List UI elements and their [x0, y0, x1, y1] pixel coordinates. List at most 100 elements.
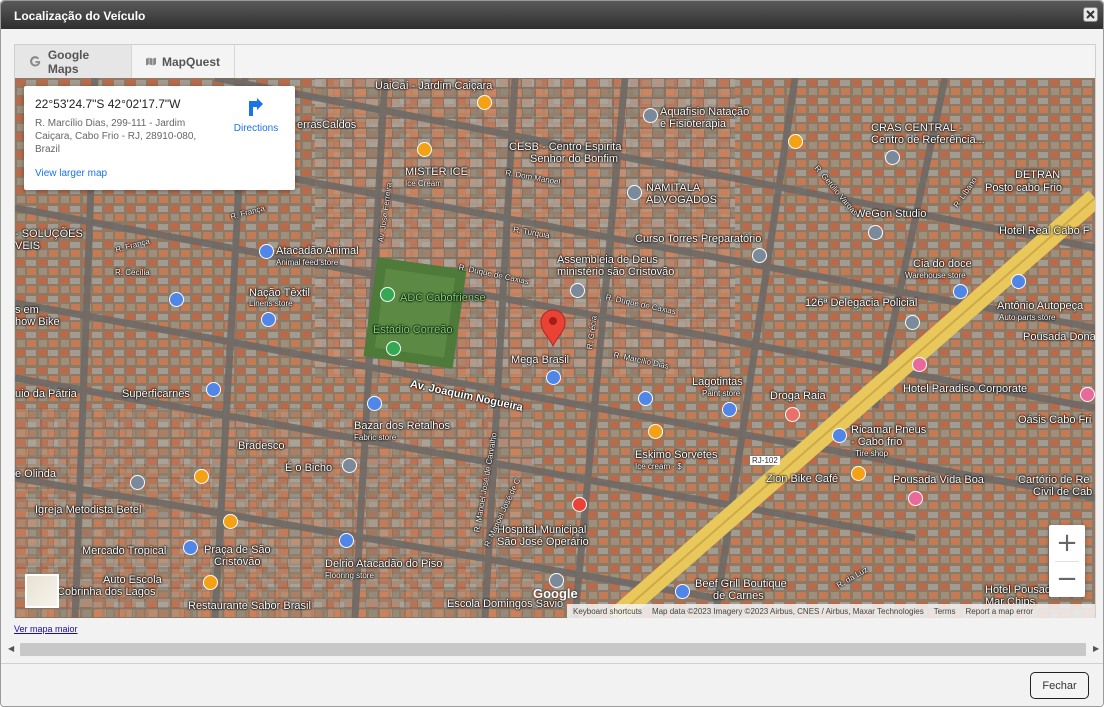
keyboard-shortcuts-link[interactable]: Keyboard shortcuts	[573, 607, 642, 616]
map-type-toggle[interactable]	[25, 574, 59, 608]
map-provider-tabs: Google Maps MapQuest	[15, 45, 1095, 79]
place-poi-icon[interactable]	[885, 150, 900, 165]
map-label: Delrio Atacadão do Piso	[325, 558, 443, 570]
tab-mapquest-label: MapQuest	[161, 54, 220, 69]
zoom-controls: + −	[1049, 525, 1085, 597]
scroll-right-arrow-icon[interactable]: ▶	[1093, 644, 1099, 653]
scroll-left-arrow-icon[interactable]: ◀	[8, 644, 14, 653]
map-label: Aquafisio Natação	[660, 106, 750, 118]
map-label: Cia do doce	[913, 258, 972, 270]
shopping-poi-icon[interactable]	[367, 396, 382, 411]
food-poi-icon[interactable]	[648, 424, 663, 439]
shopping-poi-icon[interactable]	[675, 584, 690, 599]
food-poi-icon[interactable]	[203, 575, 218, 590]
directions-button[interactable]: Directions	[224, 98, 288, 134]
close-button[interactable]	[1083, 7, 1098, 22]
shopping-poi-icon[interactable]	[722, 402, 737, 417]
shopping-poi-icon[interactable]	[339, 533, 354, 548]
map-label: ADVOGADOS	[646, 194, 717, 206]
tab-mapquest[interactable]: MapQuest	[132, 45, 235, 78]
vehicle-location-dialog: Localização do Veículo Google Maps MapQu…	[0, 0, 1104, 707]
food-poi-icon[interactable]	[194, 469, 209, 484]
map-label: Tire shop	[855, 449, 889, 458]
shopping-poi-icon[interactable]	[261, 312, 276, 327]
food-poi-icon[interactable]	[417, 142, 432, 157]
close-dialog-button[interactable]: Fechar	[1030, 672, 1089, 699]
map-label: Auto parts store	[999, 313, 1056, 322]
place-poi-icon[interactable]	[868, 225, 883, 240]
park-poi-icon[interactable]	[380, 287, 395, 302]
tab-google-maps[interactable]: Google Maps	[15, 45, 132, 78]
worship-poi-icon[interactable]	[570, 283, 585, 298]
zoom-out-button[interactable]: −	[1049, 561, 1085, 597]
pharmacy-poi-icon[interactable]	[785, 407, 800, 422]
view-larger-map-link[interactable]: View larger map	[35, 168, 107, 179]
map-label: Ice Cream	[405, 179, 442, 188]
map-label: CRAS CENTRAL -	[871, 122, 963, 134]
shopping-poi-icon[interactable]	[832, 428, 847, 443]
address-text: R. Marcílio Dias, 299-111 - Jardim Caiça…	[35, 118, 197, 155]
location-info-card: 22°53'24.7"S 42°02'17.7"W R. Marcílio Di…	[24, 86, 295, 190]
shopping-poi-icon[interactable]	[169, 292, 184, 307]
map-label: 126ª Delegacia Policial	[805, 297, 918, 309]
map-label: Nação Têxtil	[249, 287, 310, 299]
map-label: Pousada Dona	[1023, 331, 1095, 343]
map-label: Warehouse store	[905, 271, 966, 280]
dialog-title: Localização do Veículo	[14, 9, 146, 23]
map-label: errasCaldos	[297, 119, 357, 131]
shopping-poi-icon[interactable]	[1011, 274, 1026, 289]
title-bar: Localização do Veículo	[1, 1, 1103, 29]
shopping-poi-icon[interactable]	[259, 244, 274, 259]
place-poi-icon[interactable]	[627, 185, 642, 200]
place-poi-icon[interactable]	[905, 315, 920, 330]
map-label: Oásis Cabo Fri	[1018, 414, 1092, 426]
hotel-poi-icon[interactable]	[1080, 387, 1095, 402]
hospital-poi-icon[interactable]	[572, 497, 587, 512]
map-label: - Cabo frio	[851, 436, 903, 448]
map-label: Linens store	[249, 299, 293, 308]
horizontal-scrollbar[interactable]: ◀ ▶	[5, 642, 1101, 657]
place-poi-icon[interactable]	[643, 108, 658, 123]
zoom-in-button[interactable]: +	[1049, 525, 1085, 561]
close-icon	[1086, 10, 1095, 19]
map-label: Auto Escola	[103, 574, 162, 586]
food-poi-icon[interactable]	[223, 514, 238, 529]
map-label: VEIS	[15, 240, 41, 252]
shopping-poi-icon[interactable]	[638, 391, 653, 406]
map-label: WeGon Studio	[855, 208, 927, 220]
shopping-poi-icon[interactable]	[183, 540, 198, 555]
coordinates-text: 22°53'24.7"S 42°02'17.7"W	[35, 97, 181, 111]
map-label: Bradesco	[238, 440, 285, 452]
shopping-poi-icon[interactable]	[953, 284, 968, 299]
map-label: Cristóvão	[214, 556, 261, 568]
map-label: Hotel Real Cabo F	[999, 225, 1090, 237]
food-poi-icon[interactable]	[477, 95, 492, 110]
terms-link[interactable]: Terms	[934, 607, 956, 616]
worship-poi-icon[interactable]	[130, 475, 145, 490]
shopping-poi-icon[interactable]	[206, 382, 221, 397]
report-error-link[interactable]: Report a map error	[966, 607, 1034, 616]
food-poi-icon[interactable]	[788, 134, 803, 149]
map-label: RJ-102	[750, 456, 780, 465]
map-label: Lagotintas	[692, 376, 743, 388]
shopping-poi-icon[interactable]	[546, 370, 561, 385]
map-label: Paint store	[702, 389, 741, 398]
map-label: Mercado Tropical	[82, 545, 167, 557]
scrollbar-thumb[interactable]	[20, 643, 1086, 656]
map-label: Droga Raia	[770, 390, 826, 402]
map-label: É o Bicho	[285, 462, 333, 474]
hotel-poi-icon[interactable]	[908, 491, 923, 506]
map-label: Estádio Correão	[373, 324, 453, 336]
google-logo: Google	[533, 586, 578, 601]
map-label: NAMITALA	[646, 182, 701, 194]
map-label: Flooring store	[325, 571, 374, 580]
hotel-poi-icon[interactable]	[912, 357, 927, 372]
cafe-poi-icon[interactable]	[851, 466, 866, 481]
ver-mapa-maior-link[interactable]: Ver mapa maior	[14, 624, 78, 634]
place-poi-icon[interactable]	[752, 248, 767, 263]
satellite-map[interactable]: UaiCaí - Jardim Caiçara Aquafisio Nataçã…	[15, 78, 1095, 618]
map-icon	[146, 57, 156, 66]
map-label: uio da Pátria	[15, 388, 77, 400]
park-poi-icon[interactable]	[386, 341, 401, 356]
place-poi-icon[interactable]	[342, 458, 357, 473]
